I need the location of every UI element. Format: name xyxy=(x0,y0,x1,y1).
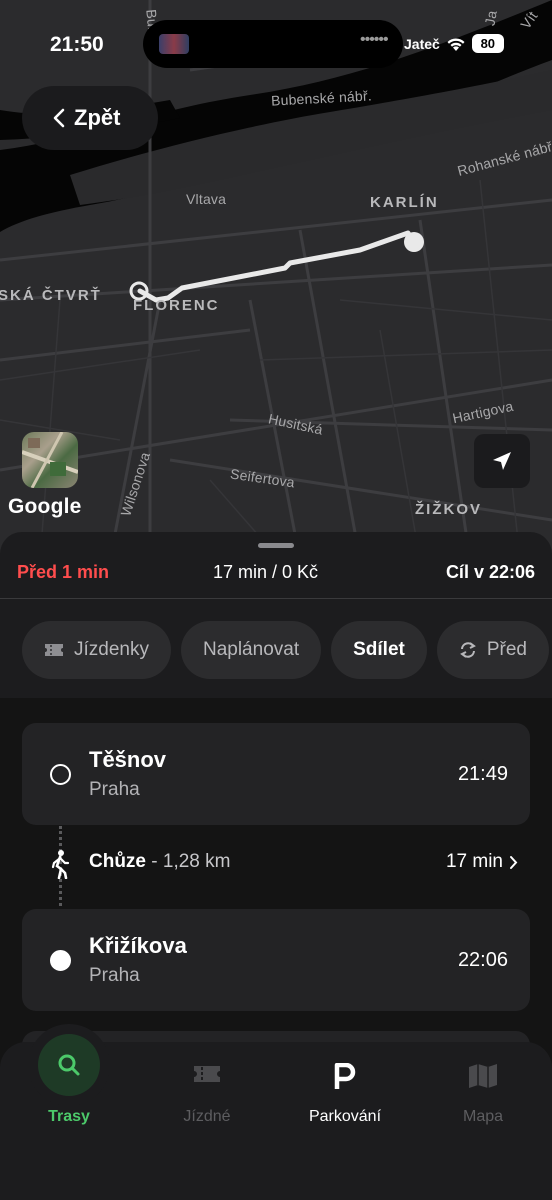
back-label: Zpět xyxy=(74,105,121,130)
sheet-drag-handle[interactable] xyxy=(258,543,294,548)
action-chips: Jízdenky Naplánovat Sdílet Před xyxy=(22,621,549,679)
schedule-chip[interactable]: Naplánovat xyxy=(180,621,322,679)
tab-label: Trasy xyxy=(48,1108,90,1125)
walking-person-icon xyxy=(51,850,70,879)
previous-chip[interactable]: Před xyxy=(436,621,549,679)
chevron-left-icon xyxy=(53,108,65,128)
bottom-tab-bar: Trasy Jízdné Parkování Mapa xyxy=(0,1034,552,1200)
satellite-layer-toggle[interactable] xyxy=(22,432,78,488)
map-label: KARLÍN xyxy=(370,194,439,211)
status-time: 21:50 xyxy=(50,33,104,56)
map-label: Vltava xyxy=(186,191,227,207)
departure-relative: Před 1 min xyxy=(17,562,110,582)
now-playing-thumbnail xyxy=(159,34,189,54)
tab-label: Mapa xyxy=(462,1108,504,1125)
chevron-right-icon xyxy=(510,855,518,869)
tab-fares[interactable]: Jízdné xyxy=(138,1042,276,1152)
trip-summary: Před 1 min 17 min / 0 Kč Cíl v 22:06 xyxy=(0,560,552,598)
audio-level-icon: •••••• xyxy=(360,31,389,48)
share-chip[interactable]: Sdílet xyxy=(331,621,427,679)
map-view[interactable]: Bubenské nábř. Rohanské nábř. Vltava KAR… xyxy=(0,0,552,560)
walk-segment[interactable]: Chůze - 1,28 km 17 min xyxy=(22,826,530,906)
stop-time: 22:06 xyxy=(457,949,508,971)
stop-filled-dot-icon xyxy=(50,950,71,971)
locate-me-button[interactable] xyxy=(474,434,530,488)
tickets-chip[interactable]: Jízdenky xyxy=(22,621,171,679)
wifi-icon xyxy=(447,37,465,51)
chip-label: Naplánovat xyxy=(202,639,300,660)
tab-parking[interactable]: Parkování xyxy=(276,1042,414,1152)
ticket-icon xyxy=(194,1066,220,1082)
stop-city: Praha xyxy=(89,965,140,986)
start-stop-card[interactable]: Těšnov Praha 21:49 xyxy=(22,723,530,825)
map-label: Ja xyxy=(481,9,500,27)
map-label: SKÁ ČTVRŤ xyxy=(0,287,102,304)
walk-distance: - 1,28 km xyxy=(151,851,231,872)
dynamic-island: •••••• xyxy=(143,20,403,68)
trip-duration-price: 17 min / 0 Kč xyxy=(213,562,319,582)
chip-label: Jízdenky xyxy=(74,639,149,660)
map-icon xyxy=(469,1064,497,1088)
tab-label: Jízdné xyxy=(183,1108,231,1125)
chip-label: Sdílet xyxy=(353,639,405,660)
end-stop-card[interactable]: Křižíkova Praha 22:06 xyxy=(22,909,530,1011)
walk-duration: 17 min xyxy=(446,851,518,873)
stop-outline-dot-icon xyxy=(50,764,71,785)
stop-name: Těšnov xyxy=(89,747,167,772)
stop-city: Praha xyxy=(89,779,140,800)
status-indicators: Jateč 80 xyxy=(404,34,504,53)
walk-duration-value: 17 min xyxy=(445,851,503,872)
tab-map[interactable]: Mapa xyxy=(414,1042,552,1152)
google-logo: Google xyxy=(8,495,82,518)
walk-description: Chůze - 1,28 km xyxy=(89,851,230,873)
tab-routes[interactable]: Trasy xyxy=(0,1034,138,1152)
battery-icon: 80 xyxy=(471,34,504,53)
refresh-icon xyxy=(459,642,476,658)
search-icon xyxy=(58,1054,80,1076)
stop-time: 21:49 xyxy=(457,763,508,785)
satellite-thumbnail-icon xyxy=(22,432,78,488)
location-arrow-icon xyxy=(493,452,511,470)
arrival-time: Cíl v 22:06 xyxy=(445,562,535,582)
stop-name: Křižíkova xyxy=(89,933,187,958)
walk-mode: Chůze xyxy=(89,851,146,872)
back-button[interactable]: Zpět xyxy=(22,86,158,150)
parking-icon xyxy=(334,1063,356,1089)
search-bubble xyxy=(38,1034,100,1096)
map-label: ŽIŽKOV xyxy=(415,501,482,518)
ticket-icon xyxy=(45,644,63,656)
chip-label: Před xyxy=(486,639,527,660)
map-label: FLORENC xyxy=(133,297,220,314)
route-end-marker xyxy=(404,232,424,252)
divider xyxy=(0,598,552,599)
tab-label: Parkování xyxy=(308,1108,382,1125)
status-map-text: Jateč xyxy=(404,35,440,52)
